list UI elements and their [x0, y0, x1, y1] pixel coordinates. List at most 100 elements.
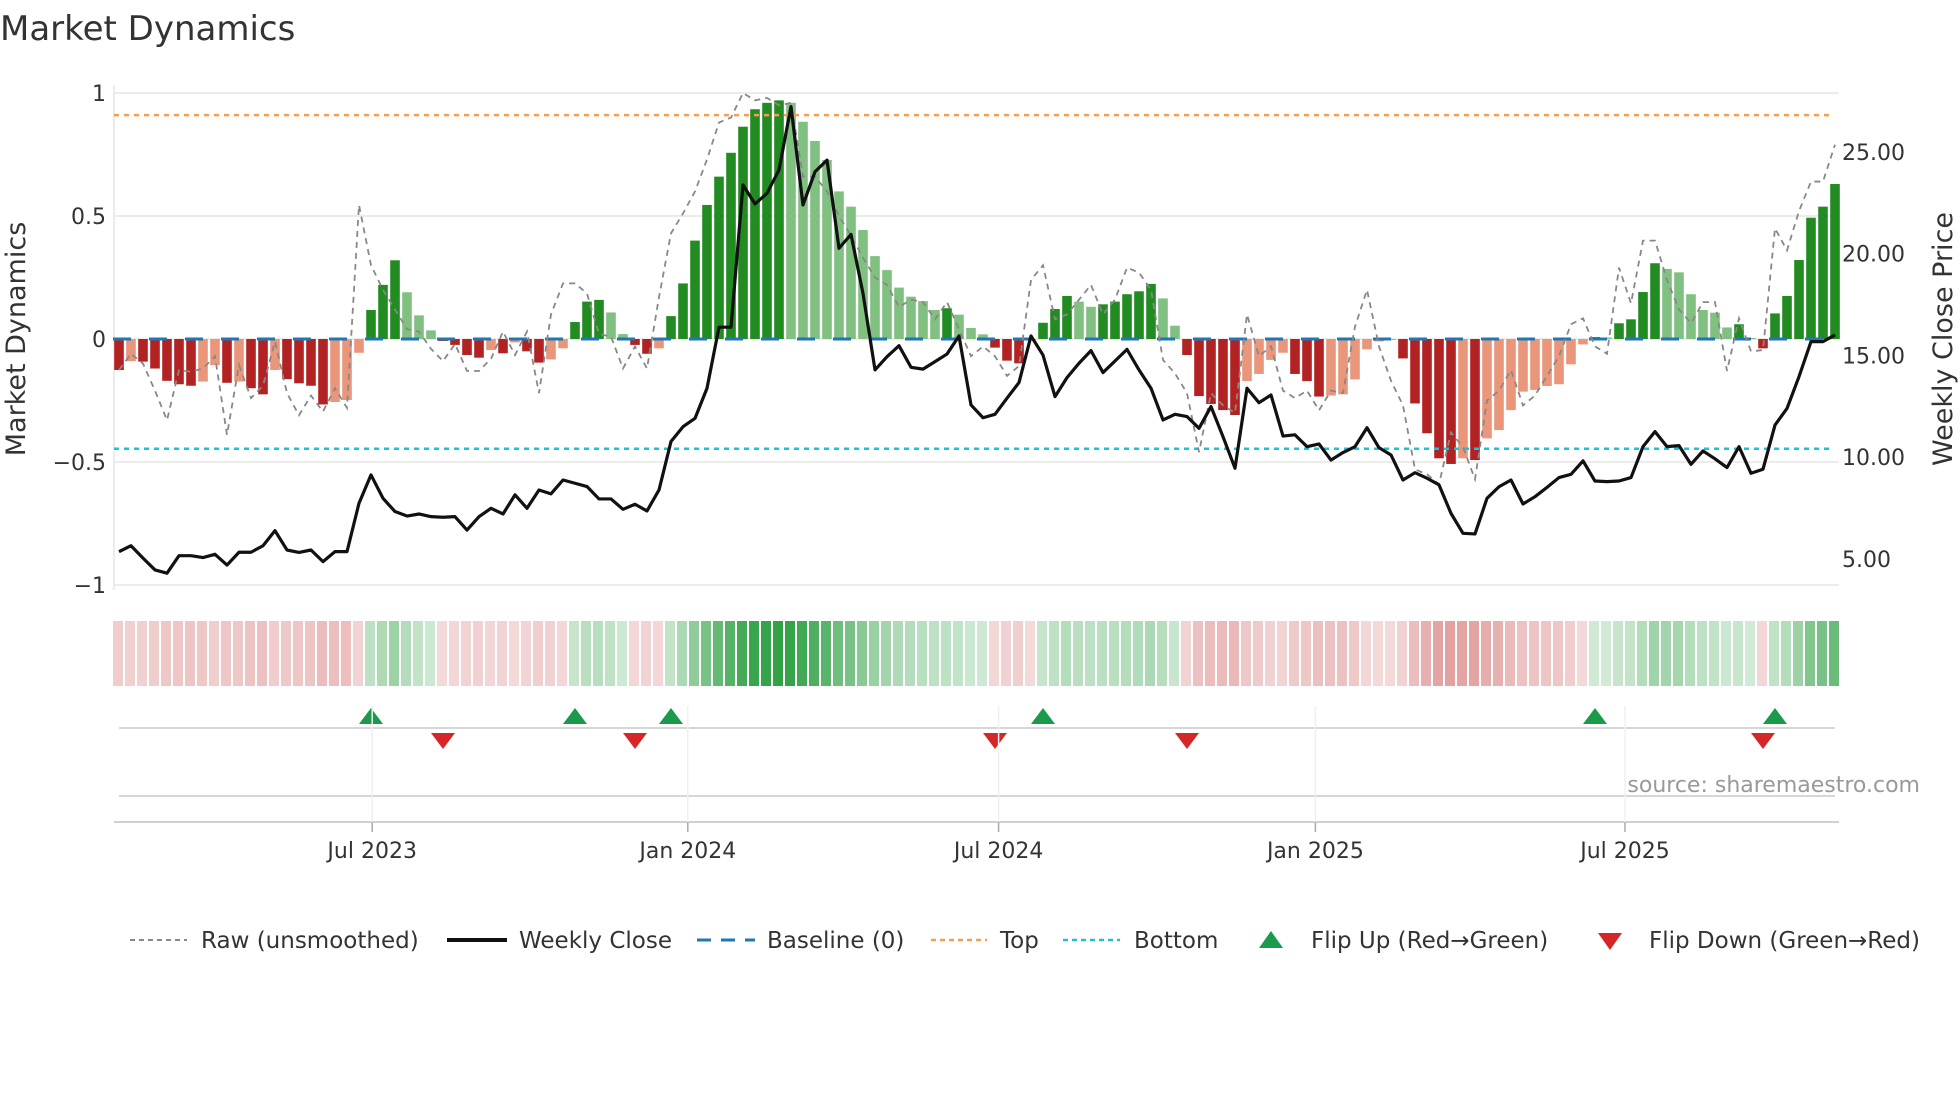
- heat-cell: [209, 621, 219, 686]
- heat-cell: [845, 621, 855, 686]
- dynamics-bar: [1110, 301, 1120, 339]
- heat-cell: [1757, 621, 1767, 686]
- heat-cell: [1145, 621, 1155, 686]
- heat-cell: [125, 621, 135, 686]
- dynamics-bar: [714, 176, 724, 339]
- heat-cell: [305, 621, 315, 686]
- heat-cell: [821, 621, 831, 686]
- heat-cell: [509, 621, 519, 686]
- heat-cell: [329, 621, 339, 686]
- legend-item-bottom[interactable]: Bottom: [1063, 928, 1218, 954]
- dynamics-bar: [222, 339, 232, 383]
- heat-cell: [569, 621, 579, 686]
- heat-cell: [629, 621, 639, 686]
- heat-cell: [605, 621, 615, 686]
- dynamics-bar: [606, 312, 616, 339]
- heat-cell: [1745, 621, 1755, 686]
- heat-cell: [593, 621, 603, 686]
- dynamics-bar: [1542, 339, 1552, 386]
- dynamics-bar: [570, 322, 580, 339]
- heat-strip: [113, 621, 1839, 686]
- heat-cell: [1301, 621, 1311, 686]
- heat-cell: [1541, 621, 1551, 686]
- dynamics-bar: [234, 339, 244, 382]
- y2-tick-label: 10.00: [1842, 446, 1905, 471]
- dynamics-bar: [294, 339, 304, 384]
- dynamics-bar: [1566, 339, 1576, 365]
- heat-cell: [545, 621, 555, 686]
- heat-cell: [953, 621, 963, 686]
- flip-up-marker: [359, 708, 383, 724]
- heat-cell: [1421, 621, 1431, 686]
- legend-label-bottom: Bottom: [1134, 928, 1218, 954]
- series-lines: [118, 91, 1836, 575]
- heat-cell: [1529, 621, 1539, 686]
- heat-cell: [1769, 621, 1779, 686]
- dynamics-bar: [774, 100, 784, 339]
- dynamics-bar: [702, 204, 712, 339]
- heat-cell: [1013, 621, 1023, 686]
- dynamics-bar: [474, 339, 484, 358]
- heat-cell: [113, 621, 123, 686]
- heat-cell: [437, 621, 447, 686]
- heat-cell: [557, 621, 567, 686]
- raw-line: [118, 91, 1836, 486]
- heat-cell: [1817, 621, 1827, 686]
- heat-cell: [677, 621, 687, 686]
- legend-item-raw[interactable]: Raw (unsmoothed): [130, 928, 419, 954]
- heat-cell: [1121, 621, 1131, 686]
- flip-down-marker: [1175, 733, 1199, 749]
- heat-cell: [713, 621, 723, 686]
- dynamics-bar: [762, 102, 772, 339]
- dynamics-bar: [282, 339, 292, 380]
- dynamics-bar: [1338, 339, 1348, 395]
- dynamics-bar: [486, 339, 496, 351]
- heat-cell: [1397, 621, 1407, 686]
- dynamics-bar: [1398, 339, 1408, 359]
- legend-label-top: Top: [999, 928, 1039, 954]
- source-credit: source: sharemaestro.com: [1627, 773, 1920, 798]
- heat-cell: [1085, 621, 1095, 686]
- dynamics-bar: [1062, 295, 1072, 339]
- legend-item-top[interactable]: Top: [931, 928, 1039, 954]
- heat-cell: [1073, 621, 1083, 686]
- heat-cell: [149, 621, 159, 686]
- dynamics-bar: [462, 339, 472, 355]
- dynamics-bar: [1410, 339, 1420, 404]
- heat-cell: [641, 621, 651, 686]
- heat-cell: [1385, 621, 1395, 686]
- heat-cell: [1325, 621, 1335, 686]
- legend-item-flip-down[interactable]: Flip Down (Green→Red): [1598, 928, 1920, 954]
- legend-item-baseline[interactable]: Baseline (0): [697, 928, 904, 954]
- heat-cell: [725, 621, 735, 686]
- heat-cell: [1589, 621, 1599, 686]
- heat-cell: [1313, 621, 1323, 686]
- heat-cell: [965, 621, 975, 686]
- dynamics-bar: [1650, 263, 1660, 339]
- y2-tick-label: 25.00: [1842, 141, 1905, 166]
- flip-down-marker: [431, 733, 455, 749]
- dynamics-bar: [258, 339, 268, 395]
- legend-item-weekly-close[interactable]: Weekly Close: [447, 928, 672, 954]
- heat-cell: [317, 621, 327, 686]
- dynamics-bar: [1530, 339, 1540, 390]
- heat-cell: [1577, 621, 1587, 686]
- dynamics-bar: [1254, 339, 1264, 374]
- dynamics-bar: [678, 283, 688, 339]
- heat-cell: [761, 621, 771, 686]
- flip-up-marker: [1583, 708, 1607, 724]
- flip-up-marker: [563, 708, 587, 724]
- legend-item-flip-up[interactable]: Flip Up (Red→Green): [1259, 928, 1548, 954]
- heat-cell: [269, 621, 279, 686]
- dynamics-bar: [1518, 339, 1528, 392]
- dynamics-bar: [1698, 309, 1708, 339]
- heat-cell: [1613, 621, 1623, 686]
- dynamics-bar: [1086, 306, 1096, 339]
- dynamics-bar: [870, 256, 880, 339]
- heat-cell: [389, 621, 399, 686]
- heat-cell: [1193, 621, 1203, 686]
- heat-cell: [797, 621, 807, 686]
- flip-down-marker: [983, 733, 1007, 749]
- heat-cell: [485, 621, 495, 686]
- heat-cell: [353, 621, 363, 686]
